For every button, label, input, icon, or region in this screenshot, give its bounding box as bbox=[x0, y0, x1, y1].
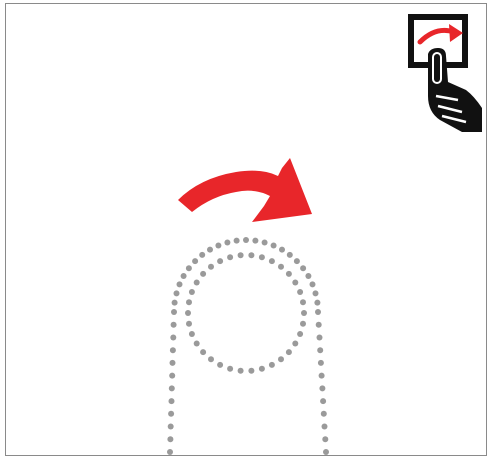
finger-outline-dot bbox=[185, 265, 192, 272]
fingertip-dot bbox=[268, 258, 275, 265]
fingertip-dot bbox=[227, 365, 234, 372]
fingertip-dot bbox=[248, 252, 255, 259]
finger-outline-dot bbox=[293, 258, 300, 265]
finger-outline-dot bbox=[305, 273, 312, 279]
finger-outline-dot bbox=[180, 273, 187, 279]
finger-outline-dot bbox=[314, 299, 321, 306]
finger-outline-dot bbox=[171, 309, 177, 315]
finger-outline-dot bbox=[168, 410, 175, 417]
finger-outline-dot bbox=[243, 237, 249, 243]
fingertip-dot bbox=[237, 252, 244, 259]
fingertip-dot bbox=[200, 270, 207, 277]
finger-outline-dot bbox=[169, 372, 176, 379]
fingertip-dot bbox=[297, 331, 304, 337]
fingertip-dot bbox=[237, 367, 244, 374]
fingertip-dot bbox=[217, 258, 224, 265]
finger-outline-dot bbox=[224, 239, 231, 246]
fingertip-dot bbox=[300, 320, 306, 327]
finger-outline-dot bbox=[233, 237, 240, 244]
fingertip-dot bbox=[258, 365, 265, 372]
fingertip-dot bbox=[258, 254, 265, 261]
fingertip-dot bbox=[188, 331, 195, 337]
finger-outline-dot bbox=[169, 359, 176, 366]
fingertip-dot bbox=[186, 299, 192, 306]
finger-outline-dot bbox=[322, 436, 329, 443]
finger-outline-dot bbox=[207, 246, 213, 253]
finger-outline-dot bbox=[320, 398, 327, 405]
finger-outline-dot bbox=[171, 299, 178, 306]
fingertip-dot bbox=[185, 310, 191, 316]
finger-outline-dot bbox=[199, 251, 206, 258]
fingertip-dot bbox=[217, 361, 224, 368]
fingertip-dot bbox=[292, 279, 299, 286]
finger-outline-dot bbox=[279, 246, 285, 253]
fingertip-dot bbox=[193, 279, 200, 286]
fingertip-dot bbox=[301, 310, 307, 316]
fingertip-dot bbox=[268, 361, 275, 368]
fingertip-dot bbox=[193, 340, 200, 347]
fingertip-dot bbox=[285, 270, 292, 277]
finger-outline-dot bbox=[323, 449, 329, 455]
fingertip-dot bbox=[186, 320, 192, 327]
fingertip-dot bbox=[278, 263, 284, 270]
dotted-finger-outline-icon bbox=[167, 237, 329, 455]
fingertip-dot bbox=[278, 356, 284, 363]
finger-outline-dot bbox=[319, 385, 326, 392]
finger-outline-dot bbox=[168, 385, 175, 392]
finger-outline-dot bbox=[170, 334, 177, 341]
finger-outline-dot bbox=[300, 265, 307, 272]
finger-outline-dot bbox=[167, 436, 174, 443]
finger-outline-dot bbox=[215, 242, 222, 249]
finger-outline-dot bbox=[315, 321, 322, 328]
finger-outline-dot bbox=[176, 281, 183, 288]
fingertip-dot bbox=[208, 356, 214, 363]
finger-outline-dot bbox=[316, 334, 323, 341]
fingertip-dot bbox=[200, 349, 207, 356]
finger-outline-dot bbox=[312, 290, 319, 297]
fingertip-dot bbox=[292, 340, 299, 347]
finger-outline-dot bbox=[170, 321, 177, 328]
fingertip-dot bbox=[248, 367, 255, 374]
finger-outline-dot bbox=[320, 410, 327, 417]
finger-outline-dot bbox=[309, 281, 316, 288]
fingertip-dot bbox=[227, 254, 234, 261]
finger-outline-dot bbox=[317, 347, 324, 354]
finger-outline-dot bbox=[270, 242, 277, 249]
fingertip-dot bbox=[300, 299, 306, 306]
finger-outline-dot bbox=[315, 309, 321, 315]
fingertip-dot bbox=[188, 289, 195, 295]
finger-outline-dot bbox=[252, 237, 259, 244]
fingertip-dot bbox=[285, 349, 292, 356]
finger-outline-dot bbox=[286, 251, 293, 258]
finger-outline-dot bbox=[317, 359, 324, 366]
finger-outline-dot bbox=[173, 290, 180, 297]
fingertip-dot bbox=[297, 289, 304, 295]
finger-outline-dot bbox=[167, 449, 173, 455]
finger-outline-dot bbox=[167, 423, 174, 430]
finger-outline-dot bbox=[321, 423, 328, 430]
finger-outline-dot bbox=[169, 347, 176, 354]
finger-outline-dot bbox=[168, 398, 175, 405]
finger-outline-dot bbox=[192, 258, 199, 265]
gesture-illustration bbox=[0, 0, 496, 461]
finger-outline-dot bbox=[261, 239, 268, 246]
fingertip-dot bbox=[208, 263, 214, 270]
finger-outline-dot bbox=[318, 372, 325, 379]
